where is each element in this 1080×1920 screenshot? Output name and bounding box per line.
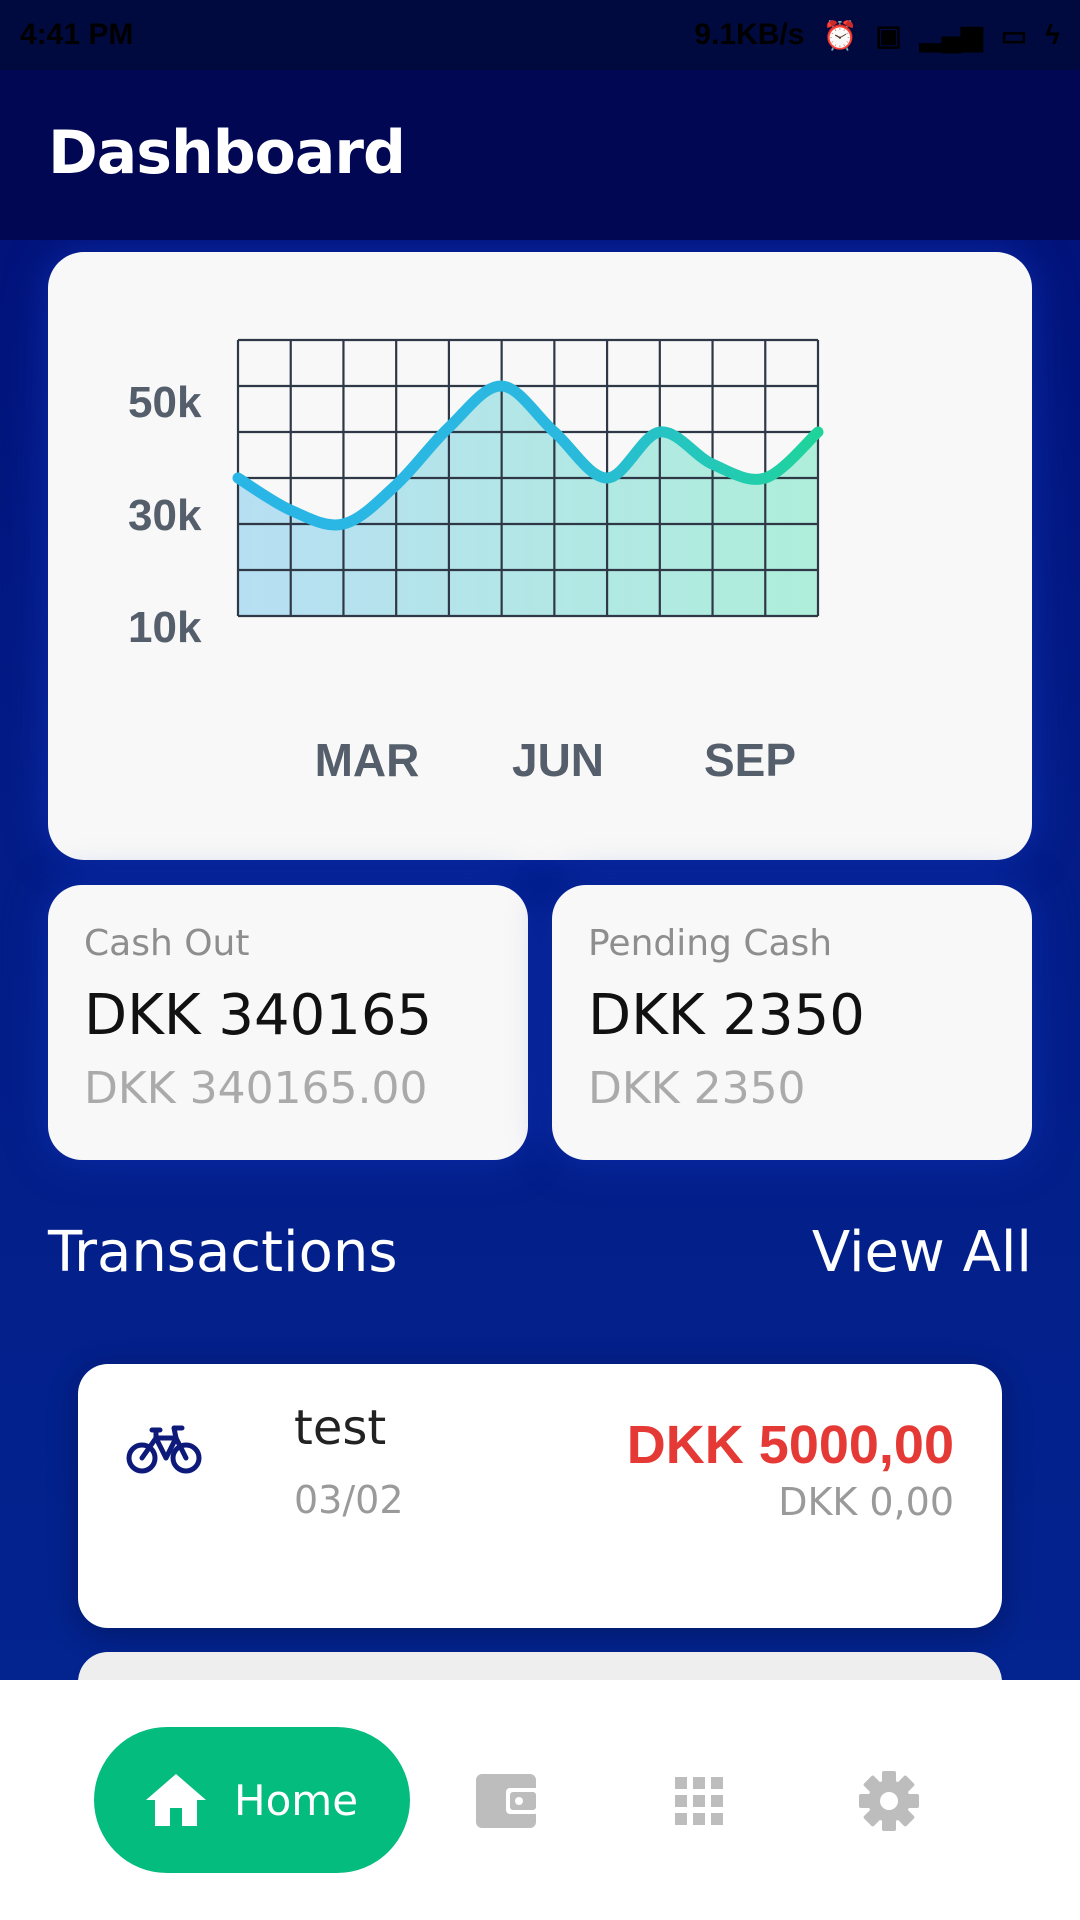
pending-cash-sub: DKK 2350 [588,1063,806,1114]
page-title: Dashboard [48,118,406,188]
status-bar: 4:41 PM 9.1KB/s ⏰ ▣ ▂▄▆ ▭ ϟ [0,0,1080,70]
grid-icon[interactable] [654,1756,744,1846]
nav-home-button[interactable]: Home [94,1727,410,1873]
area-chart: 50k 30k 10k MAR JUN SEP [128,338,824,786]
gear-icon[interactable] [844,1756,934,1846]
bottom-nav: Home [0,1680,1080,1920]
dashboard-content[interactable]: 50k 30k 10k MAR JUN SEP Cash Out DKK 340… [0,240,1080,1680]
home-icon [146,1774,206,1826]
transaction-amount: DKK 5000,00 [626,1415,954,1475]
transaction-date: 03/02 [294,1478,404,1522]
bicycle-icon [126,1425,202,1474]
battery-icon: ▭ [1000,19,1028,51]
x-tick-label: SEP [704,734,796,786]
pending-cash-label: Pending Cash [588,923,833,964]
y-tick-label: 50k [128,378,202,427]
charging-icon: ϟ [1045,19,1060,50]
cash-out-value: DKK 340165 [84,983,433,1048]
app-bar: Dashboard [0,70,1080,240]
chart-area-fill [238,385,818,616]
chart-card: 50k 30k 10k MAR JUN SEP [48,252,1032,860]
cash-out-label: Cash Out [84,923,250,964]
cash-out-card[interactable]: Cash Out DKK 340165 DKK 340165.00 [48,885,528,1160]
transaction-title: test [294,1400,387,1456]
y-tick-label: 30k [128,491,202,540]
x-tick-label: MAR [315,734,420,786]
network-speed: 9.1KB/s [694,18,805,51]
status-time: 4:41 PM [20,18,134,51]
status-icons: 9.1KB/s ⏰ ▣ ▂▄▆ ▭ ϟ [694,18,1060,52]
x-tick-label: JUN [512,734,604,786]
view-all-link[interactable]: View All [812,1220,1032,1285]
transaction-sub-amount: DKK 0,00 [778,1480,954,1524]
wallet-icon[interactable] [462,1756,552,1846]
y-tick-label: 10k [128,603,202,652]
nav-home-label: Home [234,1775,359,1825]
signal-icon: ▂▄▆ [919,19,983,51]
pending-cash-value: DKK 2350 [588,983,865,1048]
sim-icon: ▣ [875,19,902,51]
transactions-title: Transactions [48,1220,398,1285]
pending-cash-card[interactable]: Pending Cash DKK 2350 DKK 2350 [552,885,1032,1160]
transaction-item[interactable] [78,1652,1002,1680]
cash-out-sub: DKK 340165.00 [84,1063,428,1114]
alarm-icon: ⏰ [822,19,858,51]
transaction-item[interactable]: test 03/02 DKK 5000,00 DKK 0,00 [78,1364,1002,1628]
